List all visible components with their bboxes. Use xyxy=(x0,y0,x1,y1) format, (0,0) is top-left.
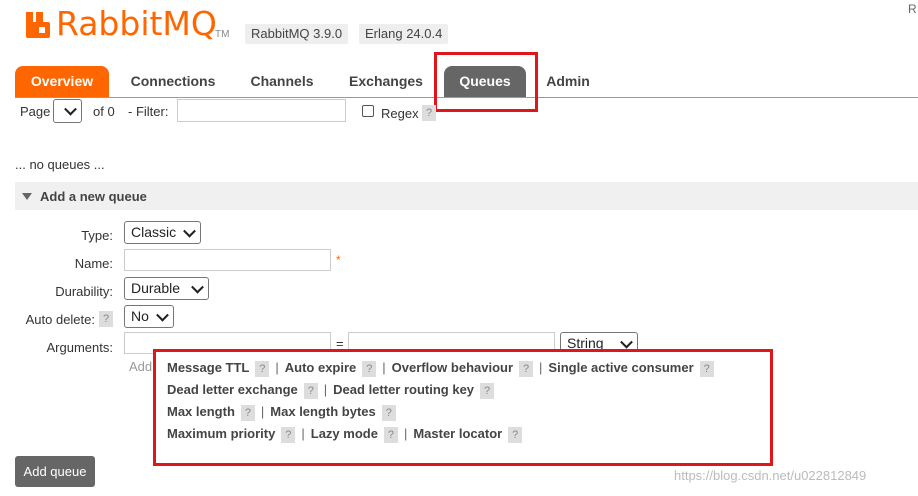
no-queues-status: ... no queues ... xyxy=(15,157,105,172)
rabbitmq-logo-icon xyxy=(26,12,50,38)
watermark: https://blog.csdn.net/u022812849 xyxy=(674,468,867,483)
page-select[interactable] xyxy=(53,99,82,123)
tab-connections[interactable]: Connections xyxy=(117,66,229,97)
hints-highlight xyxy=(153,349,773,466)
tab-exchanges[interactable]: Exchanges xyxy=(336,66,436,97)
add-argument-label: Add xyxy=(129,359,153,374)
arguments-label: Arguments: xyxy=(46,340,113,355)
type-select[interactable]: Classic xyxy=(124,221,201,244)
name-input[interactable] xyxy=(124,249,331,271)
regex-help-icon[interactable]: ? xyxy=(422,105,436,121)
auto-delete-select[interactable]: No xyxy=(124,305,174,328)
tab-channels[interactable]: Channels xyxy=(240,66,324,97)
durability-select[interactable]: Durable xyxy=(124,277,209,300)
add-queue-section-header[interactable] xyxy=(15,182,918,210)
logo-trademark: TM xyxy=(215,29,230,40)
auto-delete-label: Auto delete: xyxy=(25,312,95,327)
queues-tab-highlight xyxy=(434,52,538,112)
name-label: Name: xyxy=(74,256,113,271)
logo-text: RabbitMQ xyxy=(56,4,217,43)
section-title: Add a new queue xyxy=(40,189,147,204)
filter-label: - Filter: xyxy=(128,104,169,119)
filter-input[interactable] xyxy=(177,99,346,122)
tab-overview[interactable]: Overview xyxy=(15,66,109,97)
auto-delete-select-value: No xyxy=(131,308,149,324)
rabbitmq-version-badge: RabbitMQ 3.9.0 xyxy=(245,24,349,44)
top-right-text: R xyxy=(908,2,917,16)
regex-checkbox[interactable] xyxy=(362,105,374,117)
regex-label: Regex xyxy=(381,106,419,121)
durability-label: Durability: xyxy=(55,284,113,299)
auto-delete-help-icon[interactable]: ? xyxy=(99,311,113,327)
required-marker: * xyxy=(336,253,341,267)
type-label: Type: xyxy=(81,228,113,243)
durability-select-value: Durable xyxy=(131,280,181,296)
type-select-value: Classic xyxy=(131,224,177,240)
erlang-version-badge: Erlang 24.0.4 xyxy=(359,24,449,44)
page-count-label: of 0 xyxy=(93,104,115,119)
page-label: Page xyxy=(20,104,51,119)
tab-admin[interactable]: Admin xyxy=(536,66,600,97)
collapse-triangle-icon[interactable] xyxy=(22,193,32,200)
add-queue-button[interactable]: Add queue xyxy=(15,456,95,487)
